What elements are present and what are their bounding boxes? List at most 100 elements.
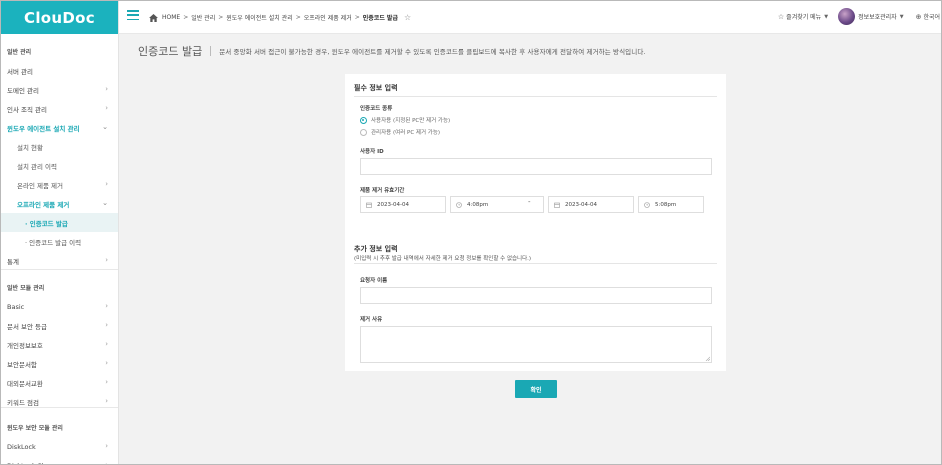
breadcrumb: HOME > 일반 관리 > 윈도우 에이전트 설치 관리 > 오프라인 제품 … [149,13,411,22]
start-date-value: 2023-04-04 [377,201,409,208]
sidebar-item-label: 서버 관리 [7,67,33,76]
end-date-input[interactable]: 2023-04-04 [548,196,634,213]
logo-text: ClouDoc [24,8,95,27]
logo[interactable]: ClouDoc [1,1,118,34]
breadcrumb-home[interactable]: HOME [162,14,180,21]
favorites-label: 즐겨찾기 메뉴 [786,14,822,21]
language-selector[interactable]: ⊕ 한국어 [916,12,940,22]
sidebar-item-label: · 인증코드 발급 이력 [25,238,82,247]
sidebar-item-label: 문서 보안 등급 [7,322,48,331]
favorites-menu[interactable]: ☆ 즐겨찾기 메뉴 ▼ [778,12,828,22]
section-divider [354,263,717,264]
sidebar-item[interactable]: 통계 › [1,251,118,270]
sidebar-item[interactable]: 설치 현황 [1,137,118,156]
avatar [838,8,856,25]
star-icon[interactable]: ☆ [404,13,411,22]
breadcrumb-separator: > [295,14,301,21]
sidebar-item[interactable]: 문서 보안 등급 › [1,316,118,335]
topbar-actions: ☆ 즐겨찾기 메뉴 ▼ 정보보호관리자 ▼ ⊕ 한국어 [778,8,940,25]
section-title: 추가 정보 입력 [354,245,398,253]
chevron-right-icon: › [105,180,108,188]
user-menu[interactable]: 정보보호관리자 ▼ [838,8,904,25]
clock-icon [456,201,462,208]
sidebar-item-label: Basic [7,302,25,311]
extra-info-card: 추가 정보 입력 (미입력 시 추후 발급 내역에서 자세한 제거 요청 정보를… [345,235,726,371]
page-title: 인증코드 발급 [138,45,203,58]
sidebar-item[interactable]: 키워드 점검 › [1,392,118,411]
confirm-button[interactable]: 확인 [515,380,557,398]
sidebar-item[interactable]: 서버 관리 [1,61,118,80]
sidebar-item[interactable]: · 인증코드 발급 [1,213,118,232]
breadcrumb-offline-remove[interactable]: 오프라인 제품 제거 [304,13,352,22]
reason-textarea[interactable] [360,326,712,363]
user-name: 정보보호관리자 [858,14,897,21]
sidebar-item-label: 대외문서교환 [7,379,43,388]
sidebar-item-label: DiskLock Plus [7,462,51,465]
sidebar-item[interactable]: DiskLock Plus › [1,456,118,465]
caret-down-icon: ▼ [899,13,904,20]
menu-toggle-icon[interactable] [127,10,139,20]
breadcrumb-agent-install[interactable]: 윈도우 에이전트 설치 관리 [226,13,292,22]
chevron-right-icon: › [105,378,108,386]
section-title: 필수 정보 입력 [354,84,398,92]
sidebar-section-title: 윈도우 보안 모듈 관리 [1,418,118,437]
code-type-label: 인증코드 종류 [360,106,393,112]
sidebar-item[interactable]: · 인증코드 발급 이력 [1,232,118,251]
page-header: 인증코드 발급 문서 중앙화 서버 접근이 불가능한 경우, 윈도우 에이전트를… [119,34,941,68]
reason-label: 제거 사유 [360,317,383,323]
section-note: (미입력 시 추후 발급 내역에서 자세한 제거 요청 정보를 확인할 수 없습… [354,256,532,262]
sidebar-item-label: 설치 현황 [17,143,43,152]
sidebar-item-label: 일반 관리 [7,49,32,56]
resize-handle-icon[interactable] [705,356,710,361]
start-time-value: 4:08pm [467,201,489,208]
home-icon[interactable] [149,13,158,22]
chevron-right-icon: › [105,104,108,112]
sidebar-item-label: DiskLock [7,442,36,451]
breadcrumb-general[interactable]: 일반 관리 [191,13,215,22]
sidebar-item[interactable]: 대외문서교환 › [1,373,118,392]
chevron-down-icon: ⌄ [102,199,108,207]
sidebar-item[interactable]: 인사 조직 관리 › [1,99,118,118]
sidebar-section-title: 일반 관리 [1,42,118,61]
sidebar-item-label: 설치 관리 이력 [17,162,58,171]
chevron-down-icon: ⌄ [102,123,108,131]
chevron-right-icon: › [105,302,108,310]
requester-input[interactable] [360,287,712,304]
calendar-icon [554,202,560,208]
radio-user-type[interactable]: 사용자용 (지정된 PC만 제거 가능) [360,116,450,124]
sidebar-item[interactable]: 개인정보보호 › [1,335,118,354]
chevron-right-icon: › [105,85,108,93]
chevron-right-icon: › [105,461,108,465]
calendar-icon [366,202,372,208]
breadcrumb-current: 인증코드 발급 [362,15,398,22]
title-divider [210,46,212,56]
sidebar-item[interactable]: 윈도우 에이전트 설치 관리 ⌄ [1,118,118,137]
end-time-input[interactable]: 5:08pm [638,196,704,213]
sidebar-item[interactable]: 보안문서함 › [1,354,118,373]
sidebar-item-label: 보안문서함 [7,360,37,369]
sidebar-item-label: 개인정보보호 [7,341,43,350]
chevron-right-icon: › [105,397,108,405]
sidebar-item[interactable]: 도메인 관리 › [1,80,118,99]
start-date-input[interactable]: 2023-04-04 [360,196,446,213]
sidebar-item-label: 도메인 관리 [7,86,39,95]
main-content: 인증코드 발급 문서 중앙화 서버 접근이 불가능한 경우, 윈도우 에이전트를… [119,34,941,464]
clock-icon [644,201,650,208]
user-id-input[interactable] [360,158,712,175]
required-info-card: 필수 정보 입력 인증코드 종류 사용자용 (지정된 PC만 제거 가능) 관리… [345,74,726,262]
sidebar-item[interactable]: 설치 관리 이력 [1,156,118,175]
sidebar-item[interactable]: 오프라인 제품 제거 ⌄ [1,194,118,213]
breadcrumb-separator: > [183,14,189,21]
sidebar-item[interactable]: Basic › [1,297,118,316]
sidebar-item-label: 윈도우 에이전트 설치 관리 [7,124,80,133]
chevron-right-icon: › [105,256,108,264]
chevron-right-icon: › [105,321,108,329]
sidebar-item[interactable]: 온라인 제품 제거 › [1,175,118,194]
sidebar-section-title: 일반 모듈 관리 [1,278,118,297]
sidebar-item-label: 윈도우 보안 모듈 관리 [7,425,63,432]
radio-admin-type[interactable]: 관리자용 (여러 PC 제거 가능) [360,128,440,136]
app-window: ClouDoc 일반 관리 서버 관리 도메인 관리 › 인사 조직 관리 › 윈도우 에이… [0,0,942,465]
sidebar-item[interactable]: DiskLock › [1,437,118,456]
end-time-value: 5:08pm [655,201,677,208]
topbar: HOME > 일반 관리 > 윈도우 에이전트 설치 관리 > 오프라인 제품 … [119,1,941,34]
